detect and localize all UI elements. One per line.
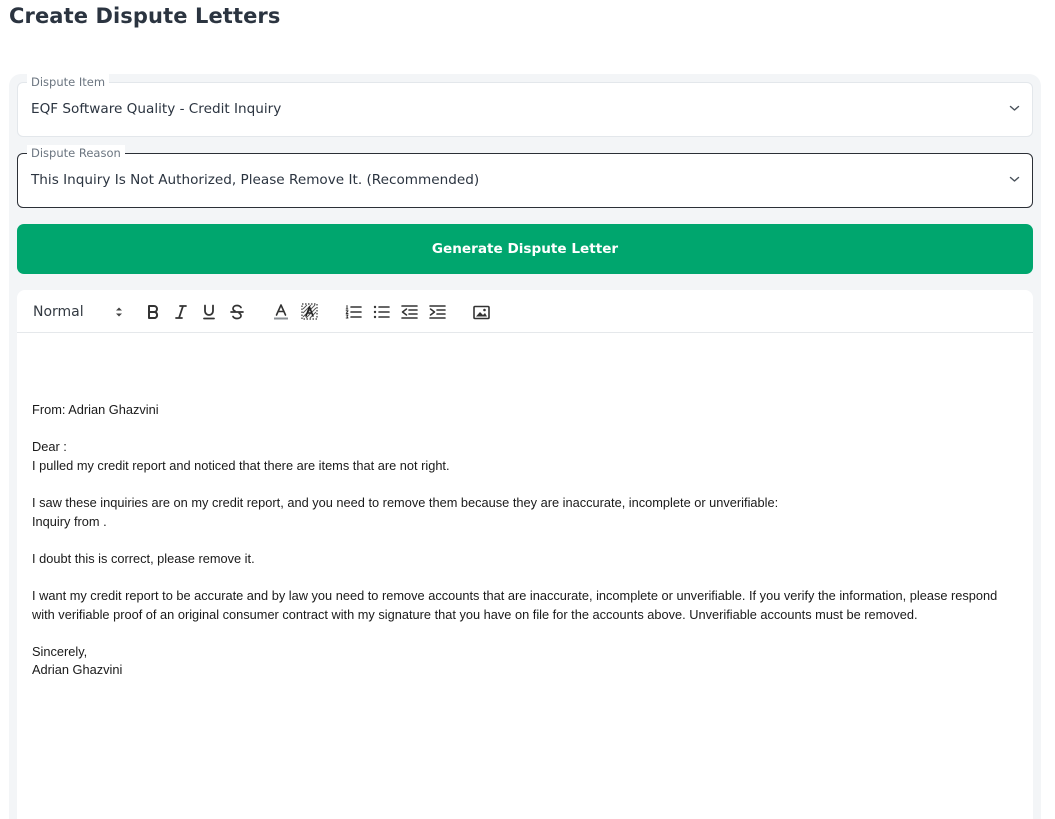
bold-button[interactable] [144, 301, 162, 323]
background-color-icon [300, 303, 318, 320]
letter-body[interactable]: From: Adrian Ghazvini Dear : I pulled my… [32, 401, 1022, 680]
italic-button[interactable] [172, 301, 190, 323]
up-down-arrows-icon [116, 307, 122, 317]
bold-icon [148, 305, 159, 319]
editor-toolbar: Normal [17, 290, 1033, 333]
chevron-down-icon [1009, 176, 1020, 182]
dispute-reason-select[interactable]: Dispute Reason This Inquiry Is Not Autho… [17, 145, 1033, 208]
text-format-select[interactable]: Normal [33, 301, 123, 323]
generate-dispute-letter-button[interactable]: Generate Dispute Letter [17, 224, 1033, 274]
underline-button[interactable] [200, 301, 218, 323]
page-title: Create Dispute Letters [9, 4, 281, 28]
outdent-icon [400, 305, 418, 319]
underline-icon [203, 304, 215, 320]
rich-text-editor: Normal From: Adrian Ghazvini Dear: I pu… [17, 290, 1033, 819]
chevron-down-icon [1009, 105, 1020, 111]
outdent-button[interactable] [400, 301, 418, 323]
italic-icon [175, 305, 187, 319]
letter-signature: Adrian Ghazvini [32, 662, 123, 678]
letter-inquiry: Inquiry from . [32, 513, 107, 529]
bullet-list-icon [373, 305, 390, 319]
letter-demand: I want my credit report to be accurate a… [32, 587, 998, 622]
font-color-icon [274, 304, 288, 320]
dispute-reason-value: This Inquiry Is Not Authorized, Please R… [31, 172, 480, 188]
bullet-list-button[interactable] [372, 301, 390, 323]
strikethrough-icon [230, 304, 244, 320]
image-icon [472, 305, 490, 319]
letter-from: From: Adrian Ghazvini [32, 402, 159, 417]
letter-closing: Sincerely, [32, 643, 88, 659]
dispute-reason-label: Dispute Reason [27, 145, 125, 161]
ordered-list-button[interactable] [344, 301, 362, 323]
dispute-item-value: EQF Software Quality - Credit Inquiry [31, 101, 282, 117]
font-color-button[interactable] [272, 301, 290, 323]
ordered-list-icon [345, 305, 362, 319]
insert-image-button[interactable] [472, 301, 490, 323]
dispute-item-label: Dispute Item [27, 74, 110, 90]
text-format-value: Normal [33, 304, 84, 320]
letter-inquiries-intro: I saw these inquiries are on my credit r… [32, 494, 779, 510]
indent-icon [428, 305, 446, 319]
background-color-button[interactable] [300, 301, 318, 323]
strikethrough-button[interactable] [228, 301, 246, 323]
letter-greeting: Dear : [32, 439, 67, 455]
dispute-item-select[interactable]: Dispute Item EQF Software Quality - Cred… [17, 74, 1033, 137]
letter-doubt: I doubt this is correct, please remove i… [32, 550, 255, 566]
letter-intro: I pulled my credit report and noticed th… [32, 457, 450, 473]
indent-button[interactable] [428, 301, 446, 323]
